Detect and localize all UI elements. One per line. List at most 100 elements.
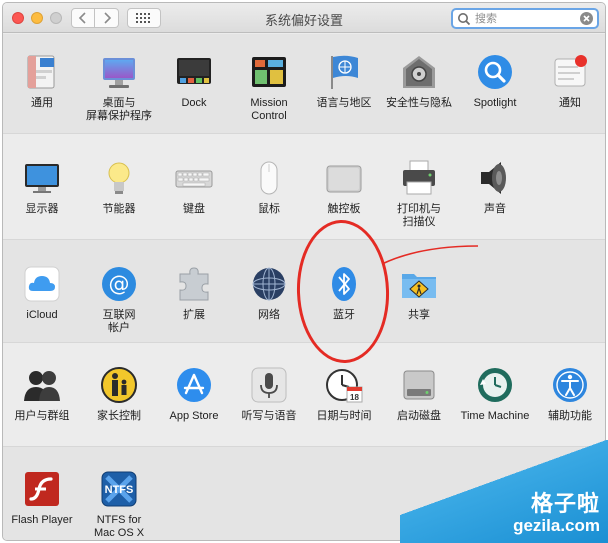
icloud-icon: [24, 266, 60, 302]
pref-language-region[interactable]: 语言与地区: [307, 52, 381, 110]
accessibility-icon: [553, 368, 587, 402]
pref-label: Time Machine: [460, 410, 530, 422]
pref-spotlight[interactable]: Spotlight: [458, 52, 532, 110]
dock-icon: [177, 58, 211, 84]
mission-control-icon: [252, 57, 286, 87]
pref-trackpad[interactable]: 触控板: [307, 158, 381, 216]
pref-label: 日期与时间: [316, 410, 372, 422]
extensions-icon: [179, 267, 209, 301]
pref-label: 桌面与 屏幕保护程序: [86, 97, 152, 122]
pref-keyboard[interactable]: 键盘: [157, 158, 231, 216]
keyboard-icon: [175, 170, 213, 188]
dictation-speech-icon: [251, 367, 287, 403]
pref-general[interactable]: 通用: [5, 52, 79, 110]
close-window-button[interactable]: [12, 12, 24, 24]
sharing-icon: [402, 274, 436, 298]
pref-label: Flash Player: [11, 514, 73, 526]
pref-label: Mission Control: [250, 97, 288, 122]
clear-search-icon[interactable]: [580, 12, 593, 25]
pref-sound[interactable]: 声音: [458, 158, 532, 216]
internet-accounts-icon: @: [102, 267, 136, 301]
pref-dock[interactable]: Dock: [157, 52, 231, 110]
watermark-text-en: gezila.com: [513, 516, 600, 535]
pref-network[interactable]: 网络: [232, 264, 306, 322]
startup-disk-icon: [403, 370, 435, 400]
pref-app-store[interactable]: App Store: [157, 365, 231, 423]
search-input[interactable]: [475, 11, 575, 26]
pref-label: 声音: [484, 203, 506, 215]
pref-label: 共享: [408, 309, 430, 321]
pref-notifications[interactable]: 通知: [533, 52, 605, 110]
energy-saver-icon: [108, 162, 130, 194]
pref-desktop-screensaver[interactable]: 桌面与 屏幕保护程序: [82, 52, 156, 123]
zoom-window-button[interactable]: [50, 12, 62, 24]
pref-label: 扩展: [183, 309, 205, 321]
chevron-left-icon: [78, 12, 86, 24]
pref-icloud[interactable]: iCloud: [5, 264, 79, 322]
pref-label: 打印机与 扫描仪: [397, 203, 441, 228]
pref-label: 显示器: [25, 203, 59, 215]
svg-text:18: 18: [350, 393, 359, 402]
grid-icon: [136, 13, 150, 23]
printer-scanner-icon: [403, 160, 435, 195]
pref-accessibility[interactable]: 辅助功能: [533, 365, 605, 423]
pref-label: 安全性与隐私: [386, 97, 452, 109]
parental-controls-icon: [101, 367, 137, 403]
pref-label: iCloud: [26, 309, 58, 321]
pref-extensions[interactable]: 扩展: [157, 264, 231, 322]
pref-parental-controls[interactable]: 家长控制: [82, 365, 156, 423]
flash-player-icon: [25, 472, 59, 506]
sound-icon: [481, 162, 506, 194]
notifications-icon: [554, 55, 587, 87]
pref-time-machine[interactable]: Time Machine: [458, 365, 532, 423]
pref-dictation-speech[interactable]: 听写与语音: [232, 365, 306, 423]
watermark-text-cn: 格子啦: [530, 492, 600, 517]
pref-label: 键盘: [183, 203, 205, 215]
search-field[interactable]: [451, 8, 599, 29]
app-store-icon: [177, 368, 211, 402]
pref-label: 互联网 帐户: [102, 309, 136, 334]
pref-date-time[interactable]: 18 日期与时间: [307, 365, 381, 423]
pref-flash-player[interactable]: Flash Player: [5, 469, 79, 527]
pref-users-groups[interactable]: 用户与群组: [5, 365, 79, 423]
pref-label: 触控板: [327, 203, 361, 215]
pref-sharing[interactable]: 共享: [382, 264, 456, 322]
pref-mouse[interactable]: 鼠标: [232, 158, 306, 216]
pref-label: NTFS for Mac OS X: [93, 514, 145, 539]
mouse-icon: [260, 161, 278, 195]
chevron-right-icon: [103, 12, 111, 24]
date-time-icon: 18: [326, 369, 363, 403]
svg-text:@: @: [109, 272, 130, 296]
pref-label: 听写与语音: [241, 410, 297, 422]
pref-mission-control[interactable]: Mission Control: [232, 52, 306, 123]
pref-security-privacy[interactable]: 安全性与隐私: [382, 52, 456, 110]
desktop-screensaver-icon: [103, 58, 135, 88]
title-bar: 系统偏好设置: [3, 3, 605, 33]
displays-icon: [25, 164, 59, 193]
search-icon: [458, 13, 471, 26]
pref-label: Spotlight: [473, 97, 517, 109]
pref-label: 辅助功能: [548, 410, 592, 422]
annotation-stroke: [381, 245, 479, 265]
pref-internet-accounts[interactable]: @ 互联网 帐户: [82, 264, 156, 335]
pref-startup-disk[interactable]: 启动磁盘: [382, 365, 456, 423]
pref-energy-saver[interactable]: 节能器: [82, 158, 156, 216]
general-icon: [27, 55, 55, 89]
svg-text:NTFS: NTFS: [105, 484, 134, 496]
show-all-button[interactable]: [127, 8, 161, 28]
section-hardware: 显示器 节能器 键盘 鼠标 触控板 打印机与 扫描仪 声音: [3, 134, 605, 240]
pref-printers-scanners[interactable]: 打印机与 扫描仪: [382, 158, 456, 229]
pref-label: 家长控制: [97, 410, 141, 422]
pref-label: Dock: [181, 97, 207, 109]
ntfs-icon: NTFS: [101, 471, 137, 507]
section-personal: 通用 桌面与 屏幕保护程序 Dock Mission Control 语言与地区…: [3, 34, 605, 134]
pref-label: 网络: [258, 309, 280, 321]
pref-label: 语言与地区: [316, 97, 372, 109]
back-button[interactable]: [71, 8, 95, 28]
minimize-window-button[interactable]: [31, 12, 43, 24]
pref-label: 通知: [559, 97, 581, 109]
forward-button[interactable]: [95, 8, 119, 28]
security-privacy-icon: [403, 56, 435, 88]
pref-displays[interactable]: 显示器: [5, 158, 79, 216]
pref-ntfs-for-mac[interactable]: NTFS NTFS for Mac OS X: [82, 469, 156, 540]
